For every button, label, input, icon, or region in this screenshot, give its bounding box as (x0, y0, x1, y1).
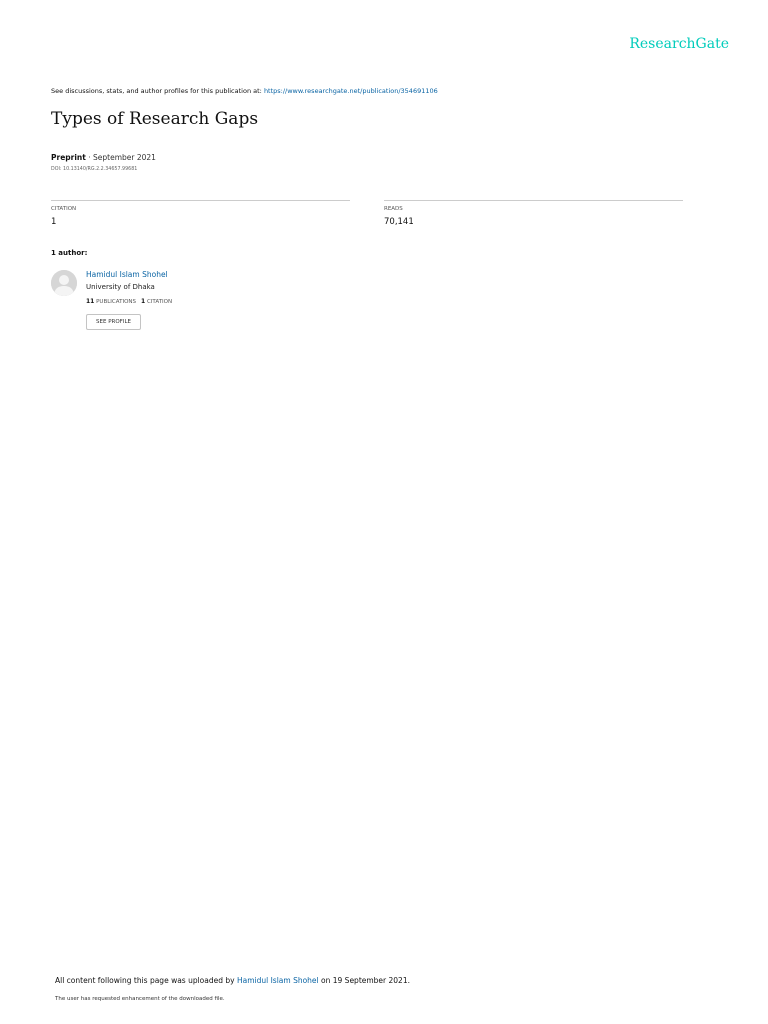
author-publications-label: PUBLICATIONS (96, 299, 137, 305)
upload-notice: All content following this page was uplo… (55, 976, 410, 985)
author-institution: University of Dhaka (86, 283, 155, 291)
researchgate-logo[interactable]: ResearchGate (600, 36, 729, 52)
publication-type: Preprint (51, 153, 86, 162)
reads-divider (384, 200, 683, 201)
author-stats: 11 PUBLICATIONS 1 CITATION (86, 298, 172, 305)
discussion-line: See discussions, stats, and author profi… (51, 86, 438, 96)
reads-value: 70,141 (384, 217, 414, 227)
author-publications-count: 11 (86, 298, 95, 305)
reads-label: READS (384, 206, 403, 212)
upload-suffix: on 19 September 2021. (318, 976, 410, 985)
uploader-link[interactable]: Hamidul Islam Shohel (237, 976, 319, 985)
publication-url-link[interactable]: https://www.researchgate.net/publication… (264, 87, 438, 95)
upload-prefix: All content following this page was uplo… (55, 976, 237, 985)
see-profile-button[interactable]: SEE PROFILE (86, 314, 141, 330)
citations-value: 1 (51, 217, 57, 227)
authors-heading: 1 author: (51, 249, 88, 257)
enhancement-note: The user has requested enhancement of th… (55, 996, 225, 1002)
person-placeholder-icon[interactable] (51, 270, 77, 296)
author-name-link[interactable]: Hamidul Islam Shohel (86, 270, 168, 279)
author-citations-count: 1 (141, 298, 146, 305)
discussion-prefix: See discussions, stats, and author profi… (51, 87, 264, 95)
author-citations-label: CITATION (146, 299, 173, 305)
publication-info: Preprint · September 2021 (51, 153, 156, 162)
publication-doi: DOI: 10.13140/RG.2.2.34657.99681 (51, 167, 138, 172)
citations-label: CITATION (51, 206, 77, 212)
citations-divider (51, 200, 350, 201)
publication-title: Types of Research Gaps (51, 109, 259, 129)
publication-date: September 2021 (93, 153, 156, 162)
publication-separator: · (85, 153, 94, 162)
